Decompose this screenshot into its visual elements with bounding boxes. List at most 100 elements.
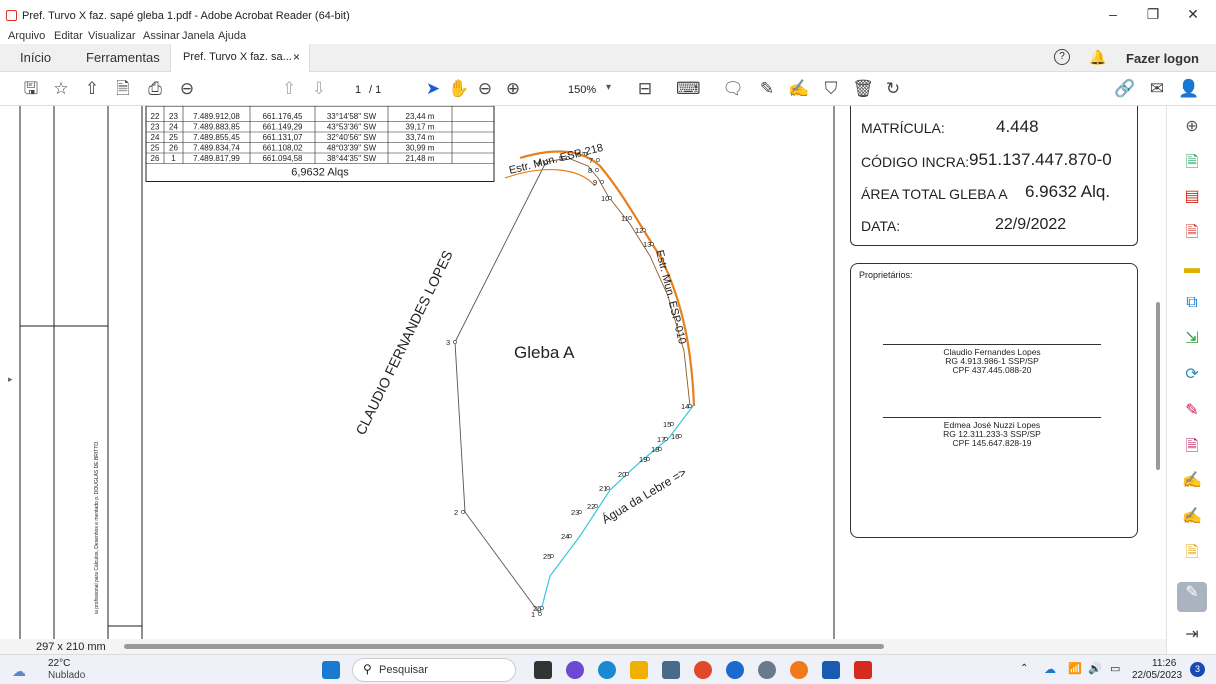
request-signature-icon[interactable]: ✍ [1181,470,1203,492]
table-cell: 22 [151,112,160,121]
zoom-search-icon[interactable]: ⊖ [176,78,198,100]
print-icon[interactable]: ⎙ [144,78,166,100]
vertex-label: 11 [621,214,629,223]
page-size: 297 x 210 mm [36,641,106,653]
left-panel-toggle-icon[interactable]: ▸ [8,374,13,385]
edge-icon[interactable] [598,661,616,679]
volume-icon[interactable]: 🔊 [1088,662,1102,675]
weather-desc[interactable]: Nublado [48,670,85,681]
chevron-up-icon[interactable]: ⌃ [1020,663,1028,674]
windows-start-icon[interactable] [322,661,340,679]
table-cell: 21,48 m [406,154,435,163]
vertex-label: 22 [587,502,595,511]
edit-sign-icon[interactable]: ✍ [1181,506,1203,528]
export-file-icon[interactable]: 🗎 [1181,542,1203,564]
menu-arquivo[interactable]: Arquivo [8,30,45,42]
search-box[interactable]: ⚲ Pesquisar [352,658,516,682]
acrobat-taskbar-icon[interactable] [854,661,872,679]
document-view[interactable]: 22 23 7.489.912,08 661.176,45 33°14'58" SW 23… [0,106,1166,639]
zoom-in-icon[interactable]: ⊕ [502,78,524,100]
cursor-arrow-icon[interactable]: ➤ [422,78,444,100]
clock-date[interactable]: 22/05/2023 [1132,670,1182,681]
area-label: ÁREA TOTAL GLEBA A [861,186,1008,202]
weather-temp[interactable]: 22°C [48,658,70,669]
pen-icon[interactable]: ✎ [756,78,778,100]
vertex-marker [461,510,465,514]
fit-page-icon[interactable]: ⊟ [634,78,656,100]
comment-icon[interactable]: 🗨 [722,78,744,100]
menu-assinar[interactable]: Assinar [143,30,180,42]
menu-editar[interactable]: Editar [54,30,83,42]
word-icon[interactable] [822,661,840,679]
keyboard-icon[interactable]: ⌨ [676,78,701,100]
link-icon[interactable]: 🔗 [1114,78,1136,100]
window-title: Pref. Turvo X faz. sapé gleba 1.pdf - Ad… [22,10,350,22]
cloud-sync-icon[interactable]: ☁ [1044,662,1056,676]
clock-time[interactable]: 11:26 [1152,658,1176,669]
settings-icon[interactable] [758,661,776,679]
owners-box: Proprietários: Claudio Fernandes Lopes R… [850,263,1138,538]
file-explorer-icon[interactable] [630,661,648,679]
page-down-icon[interactable]: ⇩ [308,78,330,100]
meet-icon[interactable] [566,661,584,679]
page-current[interactable]: 1 [355,84,361,96]
menu-visualizar[interactable]: Visualizar [88,30,136,42]
create-pdf-icon[interactable]: 🗎 [1181,222,1203,244]
zoom-tool-icon[interactable]: ⊕ [1181,116,1203,138]
convert-icon[interactable]: ⟳ [1181,364,1203,386]
user-share-icon[interactable]: 👤 [1178,78,1200,100]
comment-tool-icon[interactable]: ▬ [1181,258,1203,280]
trash-icon[interactable]: 🗑 [852,78,874,100]
menu-ajuda[interactable]: Ajuda [218,30,246,42]
collapse-panel-icon[interactable]: ⇥ [1181,624,1203,646]
zoom-out-icon[interactable]: ⊖ [474,78,496,100]
chrome-icon[interactable] [694,661,712,679]
vertical-scrollbar[interactable] [1156,302,1160,470]
tab-close-icon[interactable]: × [293,50,300,64]
login-button[interactable]: Fazer logon [1126,51,1199,66]
help-icon[interactable]: ? [1054,49,1070,65]
compress-icon[interactable]: ⇲ [1181,328,1203,350]
incra-value: 951.137.447.870-0 [969,150,1112,169]
organize-pages-icon[interactable]: ▤ [1181,186,1203,208]
file-search-icon[interactable]: 🗎 [112,78,134,100]
save-icon[interactable]: 🖫 [20,78,42,100]
tab-document[interactable]: Pref. Turvo X faz. sa... × [170,44,310,72]
tag-icon[interactable]: ⛉ [820,78,842,100]
vertex-label: 10 [601,194,609,203]
close-window-button[interactable]: ✕ [1178,6,1208,26]
acrobat-icon [6,10,17,21]
hand-icon[interactable]: ✋ [448,78,470,100]
protect-icon[interactable]: 🗎 [1181,436,1203,458]
battery-icon[interactable]: ▭ [1110,662,1120,675]
horizontal-scrollbar[interactable] [124,644,884,649]
wifi-icon[interactable]: 📶 [1068,662,1082,675]
owner-2: Edmea José Nuzzi Lopes RG 12.311.233-3 S… [883,421,1101,448]
page-up-icon[interactable]: ⇧ [278,78,300,100]
star-icon[interactable]: ☆ [50,78,72,100]
task-view-icon[interactable] [534,661,552,679]
coordinate-table: 22 23 7.489.912,08 661.176,45 33°14'58" SW 23… [145,106,495,182]
notification-badge[interactable]: 3 [1190,662,1205,677]
taskbar: ☁ 22°C Nublado ⚲ Pesquisar ⌃ ☁ 📶 🔊 ▭ 11:… [0,654,1216,684]
zoom-level[interactable]: 150% [568,84,596,96]
sign-icon[interactable]: ✍ [788,78,810,100]
chevron-down-icon[interactable]: ▾ [606,82,611,93]
restore-button[interactable]: ❐ [1138,6,1168,26]
menu-janela[interactable]: Janela [182,30,214,42]
mail-icon[interactable]: ✉ [1146,78,1168,100]
export-pdf-icon[interactable]: 🗎 [1181,152,1203,174]
tab-home[interactable]: Início [20,50,51,65]
minimize-button[interactable]: – [1098,6,1128,26]
firefox-icon[interactable] [790,661,808,679]
table-cell: 26 [151,154,160,163]
bell-icon[interactable]: 🔔 [1089,49,1106,66]
customize-tools-icon[interactable]: ✎ [1177,582,1207,612]
combine-files-icon[interactable]: ⧉ [1181,292,1203,314]
fill-sign-icon[interactable]: ✎ [1181,400,1203,422]
app-icon[interactable] [726,661,744,679]
upload-cloud-icon[interactable]: ⇧ [81,78,103,100]
tab-tools[interactable]: Ferramentas [86,50,160,65]
rotate-icon[interactable]: ↻ [882,78,904,100]
calculator-icon[interactable] [662,661,680,679]
